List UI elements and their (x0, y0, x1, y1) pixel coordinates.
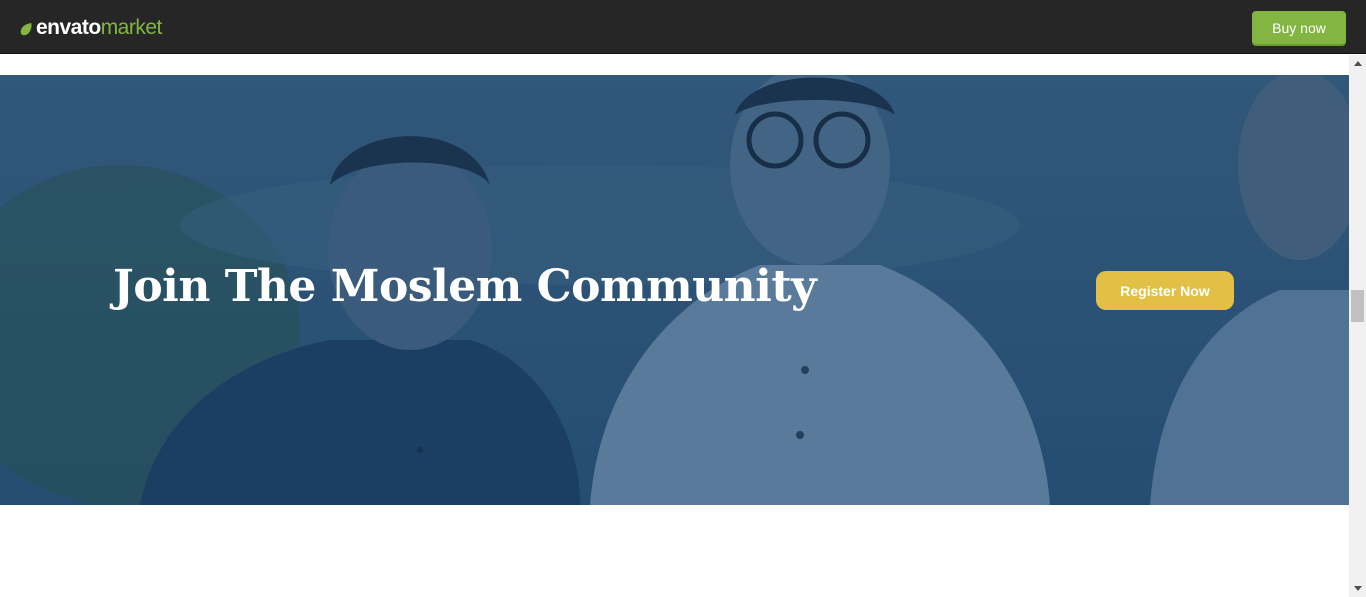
chevron-up-icon[interactable] (1349, 55, 1366, 72)
hero-title: Join The Moslem Community (113, 261, 817, 312)
scrollbar-thumb[interactable] (1351, 290, 1364, 322)
register-now-button[interactable]: Register Now (1096, 271, 1234, 310)
page-content: Join The Moslem Community Register Now (0, 55, 1349, 597)
top-bar: envato market Buy now (0, 0, 1366, 54)
vertical-scrollbar[interactable] (1349, 55, 1366, 597)
hero-banner: Join The Moslem Community Register Now (0, 75, 1349, 505)
buy-now-button[interactable]: Buy now (1252, 11, 1346, 44)
chevron-down-icon[interactable] (1349, 580, 1366, 597)
logo-product-text: market (100, 16, 163, 39)
leaf-icon (20, 22, 32, 36)
envato-market-logo[interactable]: envato market (19, 15, 162, 41)
logo-brand-text: envato (36, 16, 101, 39)
